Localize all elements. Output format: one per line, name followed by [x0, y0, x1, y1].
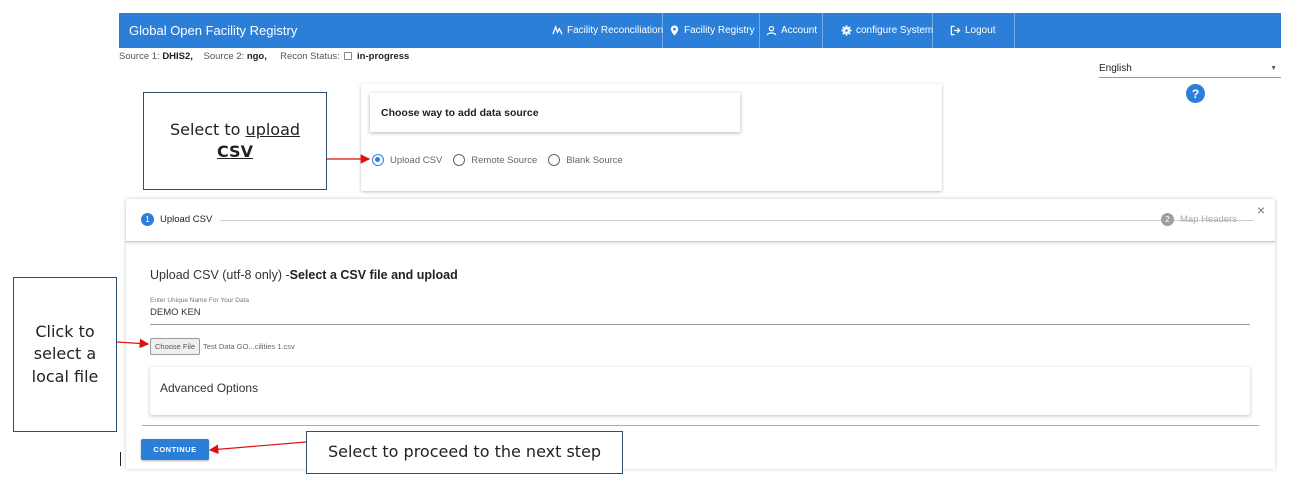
step-label: Upload CSV: [160, 214, 213, 225]
callout-continue: Select to proceed to the next step: [306, 431, 623, 474]
advanced-options-panel[interactable]: Advanced Options: [150, 367, 1250, 415]
radio-label: Upload CSV: [390, 154, 443, 166]
top-nav: Facility Reconciliation Facility Registr…: [546, 13, 1015, 48]
data-source-card: Choose way to add data source Upload CSV…: [361, 84, 942, 191]
step-number: 1: [141, 213, 154, 226]
callout-text: Select to: [169, 119, 246, 139]
callout-text: upload: [245, 119, 301, 139]
step-label: Map Headers: [1180, 214, 1238, 225]
nav-label: Facility Registry: [684, 25, 755, 36]
callout-select-file: Click to select a local file: [13, 277, 117, 432]
callout-line: Select to upload: [170, 119, 300, 141]
reconciliation-icon: [552, 25, 563, 37]
divider: [142, 425, 1259, 426]
radio-label: Remote Source: [471, 154, 538, 166]
nav-facility-reconciliation[interactable]: Facility Reconciliation: [546, 13, 663, 48]
callout-text: Click to: [35, 321, 95, 341]
continue-button[interactable]: CONTINUE: [141, 439, 209, 460]
radio-unchecked-icon[interactable]: [453, 154, 466, 166]
data-source-radio-group: Upload CSV Remote Source Blank Source: [372, 154, 634, 166]
radio-label: Blank Source: [566, 154, 623, 166]
close-icon[interactable]: ×: [1257, 202, 1265, 218]
nav-configure-system[interactable]: configure System: [823, 13, 933, 48]
app-title[interactable]: Global Open Facility Registry: [129, 23, 549, 38]
step-upload-csv[interactable]: 1 Upload CSV: [141, 213, 212, 226]
name-field[interactable]: DEMO KEN: [150, 307, 1250, 325]
text-cursor: [120, 452, 121, 466]
radio-unchecked-icon[interactable]: [548, 154, 561, 166]
nav-account[interactable]: Account: [760, 13, 823, 48]
file-name: Test Data GO...cilities 1.csv: [203, 342, 295, 351]
upload-heading: Upload CSV (utf-8 only) -Select a CSV fi…: [150, 268, 458, 282]
nav-facility-registry[interactable]: Facility Registry: [663, 13, 760, 48]
stepper-header: 1 Upload CSV 2 Map Headers ×: [126, 199, 1275, 242]
recon-status-label: Recon Status:: [280, 51, 340, 62]
upload-heading-normal: Upload CSV (utf-8 only) -: [150, 268, 290, 282]
nav-label: configure System: [856, 25, 934, 36]
gear-icon: [841, 25, 852, 37]
logout-icon: [949, 25, 961, 37]
source1-label: Source 1:: [119, 51, 160, 62]
radio-blank-source[interactable]: Blank Source: [548, 154, 623, 166]
radio-remote-source[interactable]: Remote Source: [453, 154, 537, 166]
upload-heading-bold: Select a CSV file and upload: [289, 268, 458, 282]
nav-label: Account: [781, 25, 818, 36]
radio-upload-csv[interactable]: Upload CSV: [372, 154, 442, 166]
step-map-headers[interactable]: 2 Map Headers: [1161, 213, 1237, 226]
callout-text: local file: [31, 366, 99, 386]
nav-logout[interactable]: Logout: [933, 13, 1015, 48]
data-source-title: Choose way to add data source: [370, 93, 740, 132]
recon-status-line: Source 1: DHIS2, Source 2: ngo, Recon St…: [119, 51, 409, 62]
recon-status-value: in-progress: [357, 51, 410, 62]
source2-label: Source 2:: [203, 51, 245, 62]
nav-label: Logout: [965, 25, 996, 36]
caret-down-icon: ▼: [1270, 65, 1277, 72]
language-select[interactable]: English ▼: [1099, 60, 1281, 78]
source1-value: DHIS2,: [162, 51, 193, 62]
source2-value: ngo,: [246, 51, 267, 62]
file-input-row: Choose File Test Data GO...cilities 1.cs…: [150, 338, 295, 355]
callout-text: select a: [33, 344, 97, 364]
choose-file-button[interactable]: Choose File: [150, 338, 201, 355]
stepper-connector: [220, 220, 1254, 221]
nav-label: Facility Reconciliation: [567, 25, 664, 36]
callout-upload-csv: Select to upload CSV: [143, 92, 327, 190]
language-selected: English: [1099, 63, 1132, 74]
location-pin-icon: [669, 25, 680, 37]
user-icon: [766, 25, 777, 37]
callout-text: CSV: [217, 142, 253, 161]
upload-stepper-dialog: 1 Upload CSV 2 Map Headers × Upload CSV …: [126, 199, 1275, 469]
external-link-icon: [344, 52, 353, 60]
help-button[interactable]: ?: [1186, 84, 1205, 103]
name-field-label: Enter Unique Name For Your Data: [150, 297, 249, 304]
step-number: 2: [1161, 213, 1174, 226]
radio-checked-icon[interactable]: [372, 154, 384, 166]
